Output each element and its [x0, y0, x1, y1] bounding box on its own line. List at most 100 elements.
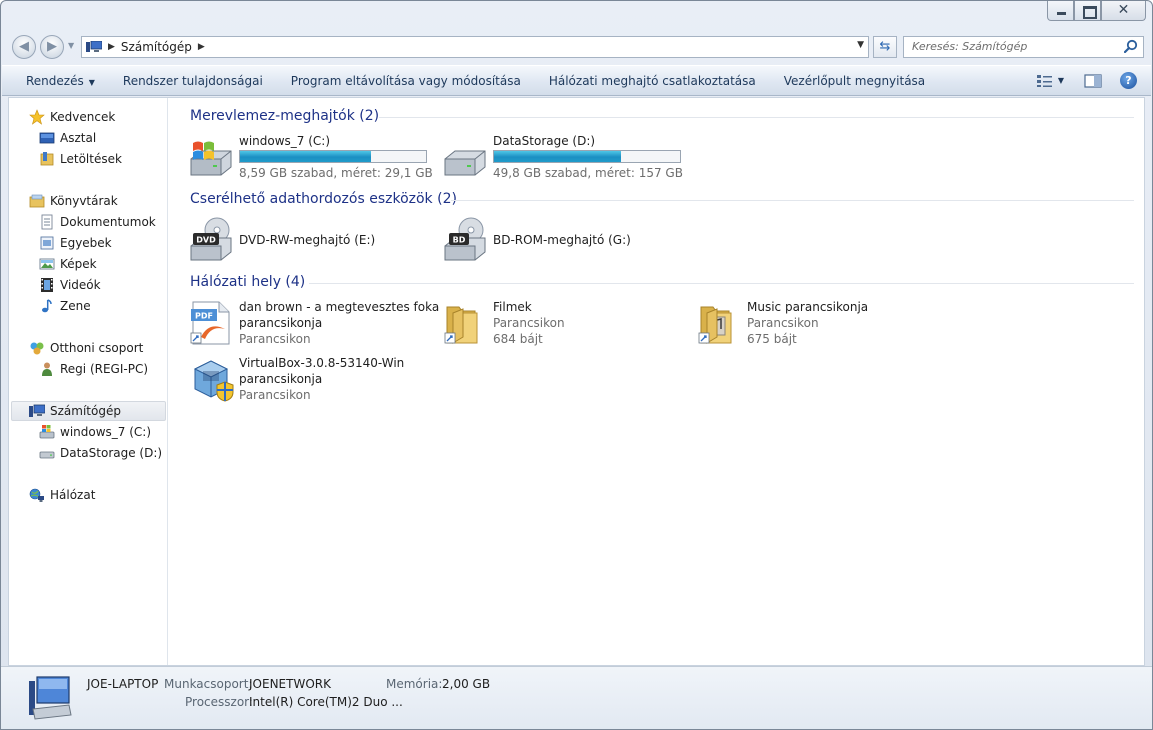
command-bar-right: ▼ ?	[1036, 66, 1151, 95]
system-properties-button[interactable]: Rendszer tulajdonságai	[109, 74, 277, 88]
pdf-shortcut-icon: PDF	[190, 301, 230, 345]
shortcut-pdf-name-1: dan brown - a megtevesztes foka	[239, 300, 440, 314]
forward-button[interactable]: ▶	[40, 35, 64, 59]
refresh-button[interactable]: ⇆	[873, 36, 897, 58]
drive-tile-g[interactable]: BD BD-ROM-meghajtó (G:)	[441, 216, 631, 264]
uninstall-program-button[interactable]: Program eltávolítása vagy módosítása	[277, 74, 535, 88]
nav-desktop-label: Asztal	[60, 131, 97, 145]
nav-pictures[interactable]: Képek	[39, 254, 97, 274]
nav-libraries[interactable]: Könyvtárak	[29, 191, 118, 211]
drive-c-usage-bar	[239, 150, 427, 163]
nav-libraries-label: Könyvtárak	[50, 194, 118, 208]
hard-drive-icon	[444, 150, 486, 176]
shortcut-virtualbox-name-2: parancsikonja	[239, 372, 323, 386]
drive-tile-c[interactable]: windows_7 (C:) 8,59 GB szabad, méret: 29…	[187, 133, 433, 181]
back-button[interactable]: ◀	[12, 35, 36, 59]
homegroup-icon	[30, 342, 44, 355]
organize-label: Rendezés	[26, 73, 84, 88]
nav-pictures-label: Képek	[60, 257, 97, 271]
virtualbox-icon	[193, 360, 234, 402]
hard-drive-icon	[39, 451, 55, 459]
nav-homegroup-label: Otthoni csoport	[50, 341, 144, 355]
workgroup-value: JOENETWORK	[249, 677, 331, 691]
shortcut-tile-virtualbox[interactable]: VirtualBox-3.0.8-53140-Win parancsikonja…	[187, 355, 404, 403]
shortcut-filmek-size: 684 bájt	[493, 332, 543, 346]
nav-computer-label: Számítógép	[50, 404, 121, 418]
shortcut-music-size: 675 bájt	[747, 332, 797, 346]
open-control-panel-button[interactable]: Vezérlőpult megnyitása	[770, 74, 939, 88]
dvd-drive-icon: DVD	[190, 217, 232, 261]
nav-drive-c[interactable]: windows_7 (C:)	[39, 422, 151, 442]
address-bar[interactable]: ▶ Számítógép ▶ ▼	[81, 36, 869, 58]
shortcut-tile-music[interactable]: Music parancsikonja Parancsikon 675 bájt	[695, 299, 868, 347]
nav-network[interactable]: Hálózat	[29, 485, 95, 505]
laptop-icon	[29, 676, 72, 720]
nav-videos[interactable]: Videók	[39, 275, 101, 295]
shortcut-virtualbox-info: VirtualBox-3.0.8-53140-Win parancsikonja…	[239, 355, 404, 403]
drive-e-name: DVD-RW-meghajtó (E:)	[239, 233, 376, 247]
nav-other[interactable]: Egyebek	[39, 233, 112, 253]
drive-d-usage-bar	[493, 150, 681, 163]
close-button[interactable]: ✕	[1101, 1, 1146, 21]
preview-pane-icon[interactable]	[1084, 73, 1102, 88]
bd-badge-text: BD	[453, 236, 466, 245]
drive-tile-e[interactable]: DVD DVD-RW-meghajtó (E:)	[187, 216, 375, 264]
music-icon	[42, 299, 52, 313]
main-area: Kedvencek Asztal Letöltések Könyvtárak D…	[8, 97, 1145, 666]
shortcut-music-type: Parancsikon	[747, 316, 819, 330]
nav-homegroup[interactable]: Otthoni csoport	[29, 338, 143, 358]
shortcut-tile-pdf[interactable]: PDF dan brown - a megtevesztes foka para…	[187, 299, 439, 347]
drive-tile-d[interactable]: DataStorage (D:) 49,8 GB szabad, méret: …	[441, 133, 683, 181]
view-dropdown-icon[interactable]: ▼	[1058, 76, 1064, 85]
nav-favorites[interactable]: Kedvencek	[29, 107, 115, 127]
nav-music[interactable]: Zene	[39, 296, 91, 316]
nav-documents[interactable]: Dokumentumok	[39, 212, 156, 232]
drive-tile-c-info: windows_7 (C:) 8,59 GB szabad, méret: 29…	[239, 133, 433, 181]
shortcut-filmek-info: Filmek Parancsikon 684 bájt	[493, 299, 565, 347]
libraries-icon	[29, 194, 45, 208]
nav-music-label: Zene	[60, 299, 91, 313]
map-network-drive-button[interactable]: Hálózati meghajtó csatlakoztatása	[535, 74, 770, 88]
nav-homegroup-user-label: Regi (REGI-PC)	[60, 362, 149, 376]
maximize-button[interactable]	[1074, 1, 1101, 21]
recent-pages-dropdown[interactable]: ▼	[68, 41, 74, 50]
windows-drive-icon	[39, 425, 55, 439]
desktop-icon	[39, 132, 55, 144]
shortcut-tile-filmek[interactable]: Filmek Parancsikon 684 bájt	[441, 299, 565, 347]
svg-text:PDF: PDF	[195, 312, 213, 321]
minimize-button[interactable]	[1047, 1, 1074, 21]
nav-favorites-label: Kedvencek	[50, 110, 116, 124]
windows-drive-icon	[190, 141, 232, 176]
organize-button[interactable]: Rendezés ▼	[2, 74, 109, 88]
group-header-removable[interactable]: Cserélhető adathordozós eszközök (2)	[190, 190, 457, 208]
shortcut-filmek-name: Filmek	[493, 300, 532, 314]
workgroup-label: Munkacsoport:	[164, 677, 253, 691]
breadcrumb-separator-end[interactable]: ▶	[198, 42, 205, 52]
nav-desktop[interactable]: Asztal	[39, 128, 96, 148]
group-header-network[interactable]: Hálózati hely (4)	[190, 273, 305, 291]
shortcut-filmek-type: Parancsikon	[493, 316, 565, 330]
search-input[interactable]: Keresés: Számítógép	[903, 36, 1144, 58]
breadcrumb-separator[interactable]: ▶	[108, 42, 115, 52]
details-pane: JOE-LAPTOP Munkacsoport: JOENETWORK Memó…	[1, 666, 1152, 729]
group-divider-hdd	[379, 117, 1134, 118]
star-icon	[29, 109, 45, 125]
drive-g-name: BD-ROM-meghajtó (G:)	[493, 233, 631, 247]
group-header-hdd[interactable]: Merevlemez-meghajtók (2)	[190, 107, 379, 125]
breadcrumb-computer[interactable]: Számítógép	[121, 40, 192, 54]
organize-dropdown-icon: ▼	[88, 77, 95, 87]
processor-label: Processzor:	[185, 695, 253, 709]
pictures-icon	[39, 258, 55, 270]
search-icon[interactable]	[1124, 39, 1138, 53]
view-options-icon[interactable]	[1036, 74, 1054, 88]
group-divider-removable	[451, 200, 1134, 201]
help-icon[interactable]: ?	[1120, 72, 1137, 89]
nav-computer[interactable]: Számítógép	[29, 401, 121, 421]
shortcut-pdf-type: Parancsikon	[239, 332, 311, 346]
shortcut-music-info: Music parancsikonja Parancsikon 675 bájt	[747, 299, 868, 347]
nav-homegroup-user[interactable]: Regi (REGI-PC)	[39, 359, 148, 379]
nav-drive-d[interactable]: DataStorage (D:)	[39, 443, 162, 463]
nav-downloads[interactable]: Letöltések	[39, 149, 122, 169]
dvd-badge-text: DVD	[196, 236, 216, 245]
address-dropdown[interactable]: ▼	[857, 40, 864, 50]
